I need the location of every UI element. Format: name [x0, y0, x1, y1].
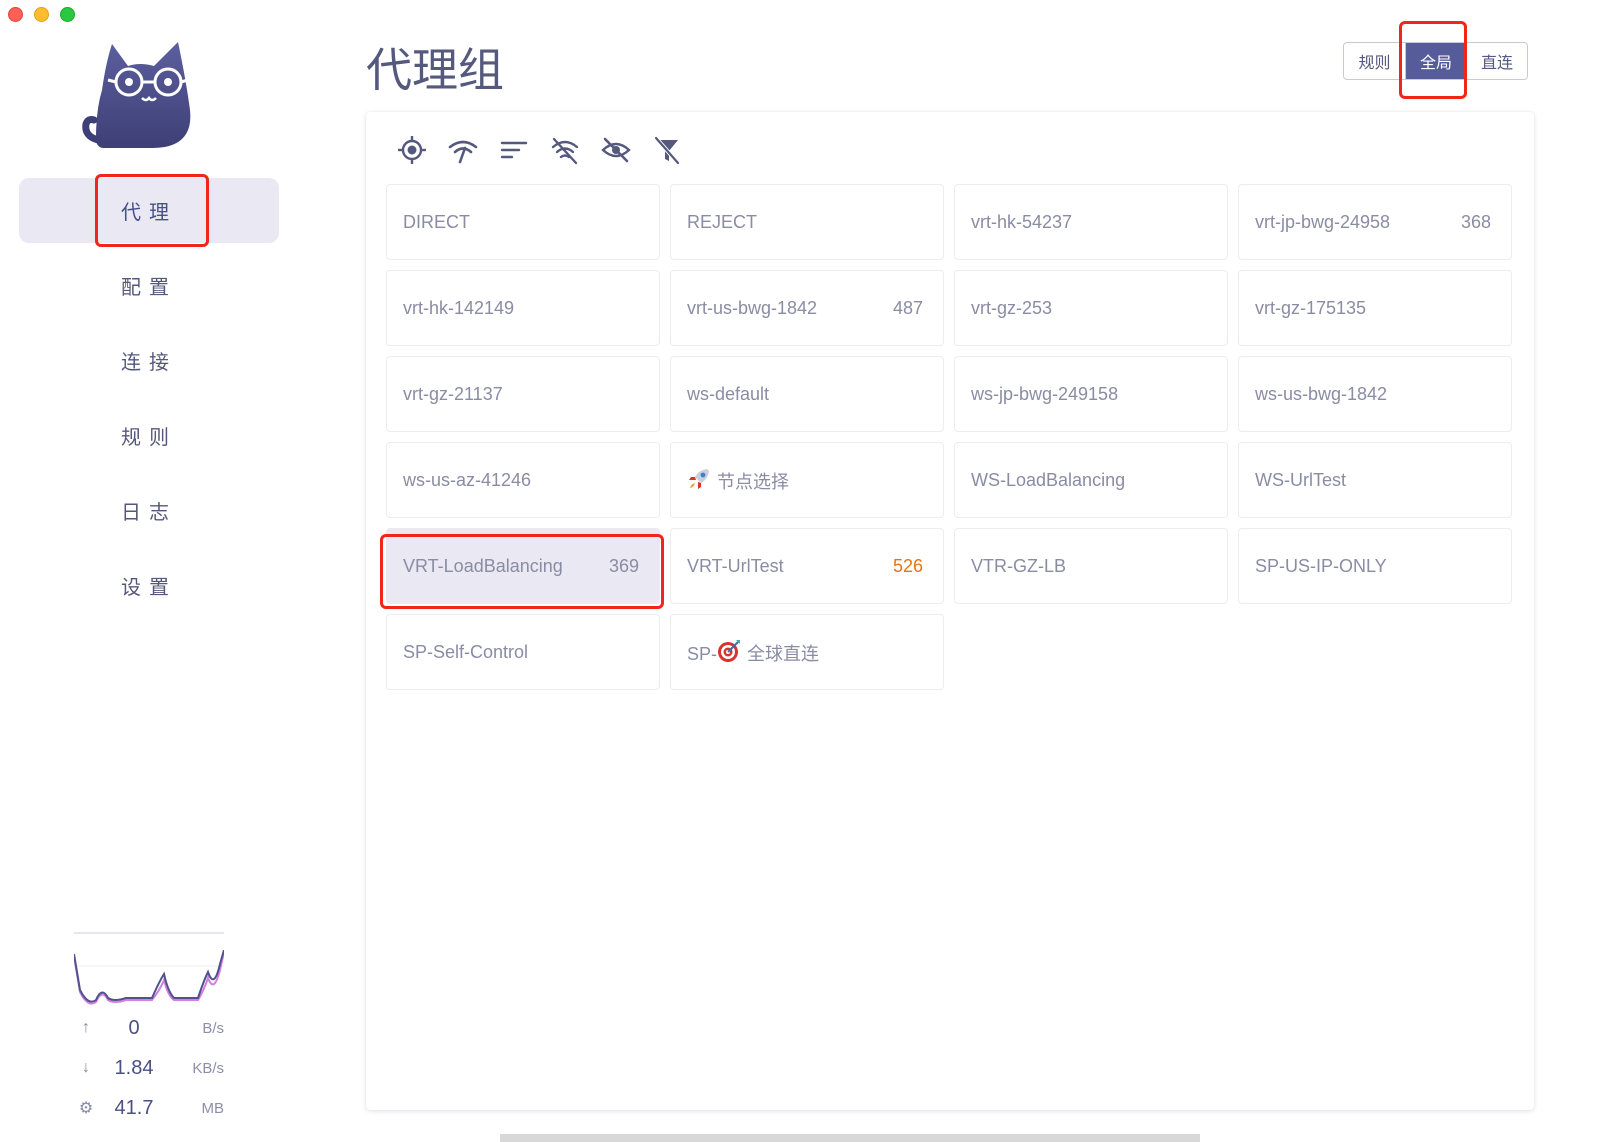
upload-value: 0 [128, 1016, 140, 1039]
proxy-delay: 368 [1460, 211, 1491, 232]
proxy-item[interactable]: ws-default [670, 356, 944, 432]
proxy-item[interactable]: 节点选择 [670, 442, 944, 518]
proxy-name: DIRECT [403, 211, 470, 232]
proxy-name: ws-jp-bwg-249158 [971, 383, 1119, 404]
proxy-name: vrt-gz-253 [971, 297, 1053, 318]
proxy-group-card: DIRECT REJECT vrt-hk-54237 vrt-jp-bwg-24… [366, 112, 1534, 1110]
proxy-item[interactable]: VTR-GZ-LB [954, 528, 1228, 604]
proxy-item[interactable]: SP- 全球直连 [670, 614, 944, 690]
download-unit: KB/s [192, 1059, 224, 1077]
memory-value: 41.7 [114, 1096, 154, 1119]
proxy-item[interactable]: SP-Self-Control [386, 614, 660, 690]
memory-stat: ⚙ 41.7 MB [74, 1096, 224, 1120]
proxy-item[interactable]: VRT-UrlTest 526 [670, 528, 944, 604]
proxy-item[interactable]: ws-us-bwg-1842 [1238, 356, 1512, 432]
speedtest-button[interactable] [447, 134, 479, 166]
chip-icon: ⚙ [78, 1100, 94, 1117]
proxy-item[interactable]: REJECT [670, 184, 944, 260]
sidebar-divider [74, 932, 224, 934]
proxy-name: VRT-UrlTest [687, 555, 784, 576]
filter-off-icon [654, 136, 680, 165]
proxy-name: VRT-LoadBalancing [403, 555, 563, 576]
proxy-name: SP-US-IP-ONLY [1255, 555, 1387, 576]
proxy-name: 节点选择 [717, 471, 789, 492]
proxy-item[interactable]: DIRECT [386, 184, 660, 260]
traffic-chart [74, 950, 224, 1005]
rocket-icon [689, 468, 709, 489]
proxy-name-prefix: SP- [687, 643, 718, 664]
proxy-item[interactable]: ws-us-az-41246 [386, 442, 660, 518]
hide-button[interactable] [600, 134, 632, 166]
proxy-name: ws-default [687, 383, 770, 404]
sort-button[interactable] [498, 134, 530, 166]
proxy-name: SP-Self-Control [403, 641, 529, 662]
download-stat: ↓ 1.84 KB/s [74, 1056, 224, 1080]
proxy-item[interactable]: vrt-gz-175135 [1238, 270, 1512, 346]
mode-direct-button[interactable]: 直连 [1466, 43, 1527, 79]
proxy-name-wrap: SP- 全球直连 [687, 639, 819, 666]
proxy-name: vrt-gz-21137 [403, 383, 503, 404]
hide-unavailable-button[interactable] [549, 134, 581, 166]
upload-stat: ↑ 0 B/s [74, 1016, 224, 1040]
proxy-name: ws-us-bwg-1842 [1255, 383, 1388, 404]
proxy-name: 全球直连 [747, 643, 820, 664]
sidebar: 代理 配置 连接 规则 日志 设置 ↑ 0 B/s ↓ 1.84 KB/s ⚙ … [0, 0, 298, 1142]
sidebar-item-config[interactable]: 配置 [19, 253, 279, 318]
proxy-item[interactable]: vrt-hk-142149 [386, 270, 660, 346]
arrow-up-icon: ↑ [82, 1019, 90, 1036]
arrow-down-icon: ↓ [82, 1059, 90, 1076]
target-emoji-icon [718, 639, 741, 662]
proxy-delay: 526 [892, 555, 923, 576]
sort-icon [500, 141, 528, 159]
proxy-delay: 487 [892, 297, 923, 318]
locate-button[interactable] [396, 134, 428, 166]
sidebar-nav: 代理 配置 连接 规则 日志 设置 [19, 178, 279, 628]
page-title: 代理组 [366, 43, 504, 97]
proxy-name: vrt-gz-175135 [1255, 297, 1367, 318]
upload-unit: B/s [202, 1019, 224, 1037]
memory-unit: MB [201, 1099, 225, 1117]
sidebar-item-rules[interactable]: 规则 [19, 403, 279, 468]
mode-global-button[interactable]: 全局 [1405, 43, 1466, 79]
proxy-name-wrap: 节点选择 [687, 467, 789, 494]
proxy-item[interactable]: vrt-gz-253 [954, 270, 1228, 346]
speedtest-icon [448, 140, 478, 164]
proxy-item[interactable]: vrt-hk-54237 [954, 184, 1228, 260]
proxy-name: WS-LoadBalancing [971, 469, 1126, 490]
proxy-name: WS-UrlTest [1255, 469, 1346, 490]
cat-logo-icon [82, 42, 191, 148]
sidebar-item-connections[interactable]: 连接 [19, 328, 279, 393]
proxy-item[interactable]: WS-UrlTest [1238, 442, 1512, 518]
mode-switch: 规则 全局 直连 [1343, 42, 1528, 80]
proxy-item-selected[interactable]: VRT-LoadBalancing 369 [386, 528, 660, 604]
sidebar-item-settings[interactable]: 设置 [19, 553, 279, 618]
proxy-grid: DIRECT REJECT vrt-hk-54237 vrt-jp-bwg-24… [386, 184, 1516, 690]
proxy-name: vrt-hk-54237 [971, 211, 1073, 232]
hide-unavailable-icon [551, 137, 579, 165]
mode-rule-button[interactable]: 规则 [1344, 43, 1405, 79]
proxy-name: VTR-GZ-LB [971, 555, 1067, 576]
desktop-strip [500, 1134, 1200, 1142]
download-value: 1.84 [114, 1056, 154, 1079]
proxy-name: vrt-us-bwg-1842 [687, 297, 818, 318]
proxy-item[interactable]: WS-LoadBalancing [954, 442, 1228, 518]
proxy-item[interactable]: vrt-gz-21137 [386, 356, 660, 432]
proxy-item[interactable]: vrt-jp-bwg-24958 368 [1238, 184, 1512, 260]
proxy-item[interactable]: ws-jp-bwg-249158 [954, 356, 1228, 432]
target-icon [398, 136, 426, 164]
proxy-delay: 369 [608, 555, 639, 576]
proxy-name: ws-us-az-41246 [403, 469, 532, 490]
sidebar-item-proxy[interactable]: 代理 [19, 178, 279, 243]
proxy-item[interactable]: SP-US-IP-ONLY [1238, 528, 1512, 604]
proxy-toolbar [396, 134, 683, 166]
proxy-name: REJECT [687, 211, 758, 232]
filter-off-button[interactable] [651, 134, 683, 166]
proxy-name: vrt-hk-142149 [403, 297, 515, 318]
sidebar-item-logs[interactable]: 日志 [19, 478, 279, 543]
proxy-item[interactable]: vrt-us-bwg-1842 487 [670, 270, 944, 346]
hide-icon [601, 137, 631, 163]
proxy-name: vrt-jp-bwg-24958 [1255, 211, 1391, 232]
